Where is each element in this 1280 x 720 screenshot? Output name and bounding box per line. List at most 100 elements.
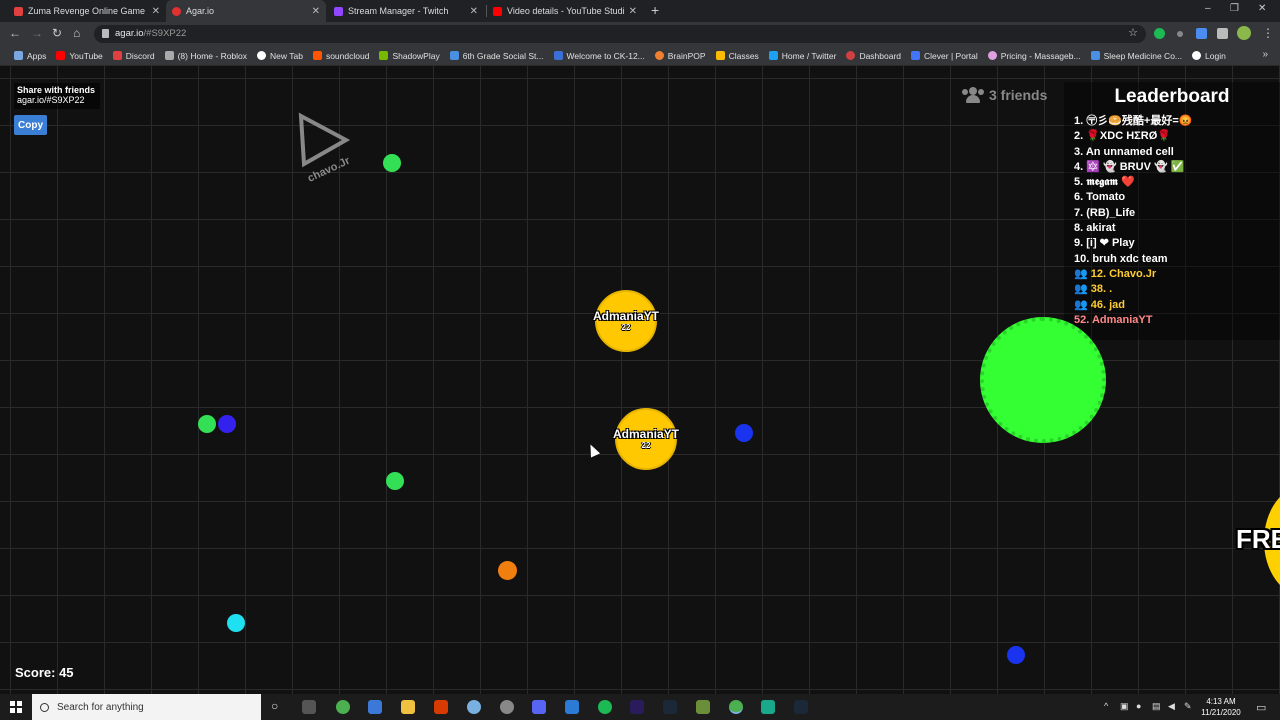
- close-tab-icon[interactable]: ✕: [629, 6, 637, 17]
- leaderboard-entry: 1. 〶彡🥯残酷+最好=😡: [1074, 115, 1193, 127]
- minecraft-icon[interactable]: [696, 700, 710, 714]
- url-text: agar.io/#S9XP22: [115, 28, 186, 39]
- bookmark-clever[interactable]: Clever | Portal: [911, 51, 978, 61]
- address-bar[interactable]: agar.io/#S9XP22 ☆: [94, 25, 1146, 43]
- tray-icon[interactable]: ●: [1136, 701, 1141, 711]
- windows-start-icon[interactable]: [10, 701, 22, 713]
- chrome-active-icon[interactable]: [729, 700, 743, 714]
- reload-icon[interactable]: ↻: [52, 26, 62, 40]
- tab-agario[interactable]: Agar.io ✕: [166, 0, 326, 22]
- task-view-icon[interactable]: [302, 700, 316, 714]
- app-icon[interactable]: [761, 700, 775, 714]
- zuma-favicon-icon: [14, 6, 23, 16]
- bookmark-star-icon[interactable]: ☆: [1128, 26, 1138, 39]
- youtube-icon: [56, 51, 66, 60]
- bookmark-youtube[interactable]: YouTube: [56, 51, 103, 61]
- close-tab-icon[interactable]: ✕: [470, 6, 478, 17]
- chavo-skin-play-icon: chavo.Jr: [298, 112, 352, 182]
- soundcloud-icon: [312, 51, 322, 60]
- bookmark-label: Login: [1205, 50, 1226, 61]
- tab-title: Stream Manager - Twitch: [348, 6, 449, 16]
- friends-indicator[interactable]: 3 friends: [962, 87, 1047, 103]
- tab-twitch[interactable]: Stream Manager - Twitch ✕: [328, 0, 484, 22]
- home-icon[interactable]: ⌂: [73, 26, 80, 40]
- score-display: Score: 45: [15, 665, 74, 680]
- volume-icon[interactable]: ◀: [1168, 701, 1175, 712]
- globe-icon: [257, 51, 267, 60]
- bookmarks-bar: Apps YouTube Discord (8) Home - Roblox N…: [0, 46, 1280, 66]
- bookmark-label: Welcome to CK-12...: [566, 50, 645, 61]
- bookmark-pricing[interactable]: Pricing - Massageb...: [987, 51, 1081, 61]
- tab-title: Zuma Revenge Online Game in F: [28, 6, 148, 16]
- player-mass: 22: [621, 323, 631, 332]
- bookmark-sleep-medicine[interactable]: Sleep Medicine Co...: [1090, 51, 1182, 61]
- steam-icon[interactable]: [794, 700, 808, 714]
- game-canvas[interactable]: Share with friends agar.io/#S9XP22 Copy …: [0, 66, 1280, 694]
- taskbar-search-box[interactable]: Search for anything: [32, 694, 261, 720]
- profile-avatar[interactable]: [1237, 26, 1251, 40]
- system-clock[interactable]: 4:13 AM 11/21/2020: [1198, 696, 1244, 718]
- more-bookmarks-icon[interactable]: »: [1262, 49, 1268, 60]
- minimize-icon[interactable]: –: [1205, 3, 1211, 14]
- close-tab-icon[interactable]: ✕: [312, 6, 320, 17]
- menu-kebab-icon[interactable]: ⋮: [1262, 26, 1274, 40]
- new-tab-button[interactable]: +: [651, 2, 659, 18]
- leaderboard-entry: 3. An unnamed cell: [1074, 145, 1174, 158]
- notifications-icon[interactable]: ▭: [1256, 701, 1266, 714]
- forward-icon[interactable]: →: [31, 26, 43, 40]
- bookmark-discord[interactable]: Discord: [112, 51, 155, 61]
- bookmark-login[interactable]: Login: [1192, 51, 1226, 61]
- spotify-icon[interactable]: [598, 700, 612, 714]
- bookmark-label: Clever | Portal: [924, 50, 978, 61]
- tab-zuma[interactable]: Zuma Revenge Online Game in F ✕: [8, 0, 166, 22]
- bookmark-soundcloud[interactable]: soundcloud: [312, 50, 370, 61]
- bookmark-social-studies[interactable]: 6th Grade Social St...: [449, 51, 544, 61]
- bookmark-new-tab[interactable]: New Tab: [257, 51, 303, 61]
- copy-button[interactable]: Copy: [14, 115, 47, 135]
- back-icon[interactable]: ←: [9, 26, 21, 40]
- tab-youtube-studio[interactable]: Video details - YouTube Studio ✕: [487, 0, 643, 22]
- extension-thumb-icon[interactable]: [1196, 28, 1207, 39]
- office-icon[interactable]: [434, 700, 448, 714]
- bookmark-ck12[interactable]: Welcome to CK-12...: [553, 50, 645, 61]
- bookmark-twitter[interactable]: Home / Twitter: [768, 51, 836, 61]
- bookmark-apps[interactable]: Apps: [14, 51, 46, 61]
- close-tab-icon[interactable]: ✕: [152, 6, 160, 17]
- bookmark-classes[interactable]: Classes: [715, 51, 759, 61]
- tray-expand-icon[interactable]: ^: [1104, 701, 1108, 711]
- app-icon[interactable]: [467, 700, 481, 714]
- pen-icon[interactable]: ✎: [1184, 701, 1192, 712]
- bookmark-label: soundcloud: [325, 50, 370, 61]
- tray-icon[interactable]: ▣: [1120, 701, 1129, 712]
- bookmark-shadowplay[interactable]: ShadowPlay: [379, 51, 440, 61]
- extension-grammarly-icon[interactable]: [1154, 28, 1165, 39]
- close-window-icon[interactable]: ✕: [1258, 3, 1266, 14]
- bookmark-roblox[interactable]: (8) Home - Roblox: [164, 50, 248, 61]
- leaderboard-entry: 👥 46. jad: [1074, 298, 1125, 311]
- twitch-favicon-icon: [334, 6, 343, 16]
- search-icon: [40, 702, 49, 712]
- bookmark-label: (8) Home - Roblox: [177, 50, 248, 61]
- ck12-icon: [553, 51, 563, 60]
- extensions-puzzle-icon[interactable]: [1217, 28, 1228, 39]
- premiere-pro-icon[interactable]: [630, 700, 644, 714]
- browser-tab-strip: Zuma Revenge Online Game in F ✕ Agar.io …: [0, 0, 1280, 22]
- bookmark-brainpop[interactable]: BrainPOP: [654, 51, 706, 61]
- cortana-icon[interactable]: ○: [271, 699, 278, 713]
- store-icon[interactable]: [368, 700, 382, 714]
- leaderboard-list: 1. 〶彡🥯残酷+最好=😡 2. 🌹XDC HΣRØ🌹 3. An unnamed …: [1074, 114, 1192, 328]
- app-icon[interactable]: [565, 700, 579, 714]
- clock-time: 4:13 AM: [1206, 697, 1236, 706]
- file-explorer-icon[interactable]: [401, 700, 415, 714]
- steam-icon[interactable]: [663, 700, 677, 714]
- player-cell: AdmaniaYT 22: [593, 290, 659, 352]
- roblox-icon: [164, 51, 174, 60]
- chrome-icon[interactable]: [336, 700, 350, 714]
- app-icon[interactable]: [500, 700, 514, 714]
- network-icon[interactable]: ▤: [1152, 701, 1161, 712]
- restore-icon[interactable]: ❐: [1230, 3, 1239, 14]
- discord-icon[interactable]: [532, 700, 546, 714]
- extension-dot-icon[interactable]: [1177, 31, 1183, 37]
- bookmark-dashboard[interactable]: Dashboard: [846, 51, 901, 61]
- leaderboard-entry: 9. [i] ❤ Play: [1074, 237, 1135, 250]
